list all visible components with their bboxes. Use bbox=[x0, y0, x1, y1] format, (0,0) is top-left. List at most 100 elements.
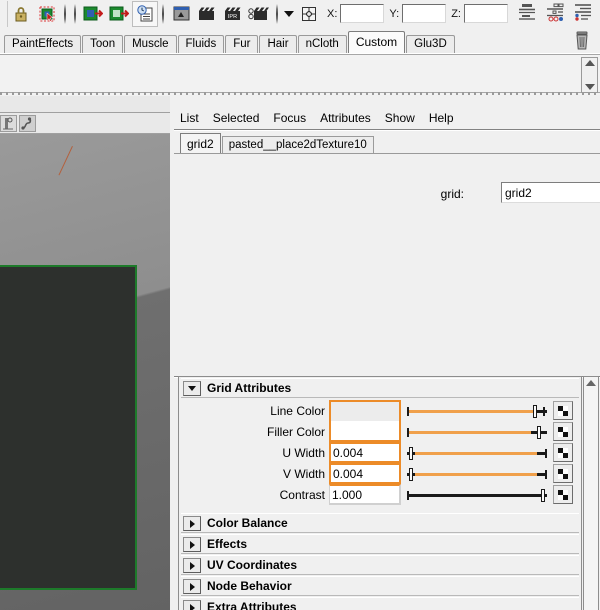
shelf-tab-fluids[interactable]: Fluids bbox=[177, 35, 225, 53]
select-object-icon[interactable] bbox=[34, 1, 60, 27]
u-width-map-button[interactable] bbox=[553, 443, 573, 462]
section-header-grid-attributes[interactable]: Grid Attributes bbox=[181, 378, 579, 398]
expand-toggle-icon[interactable] bbox=[183, 537, 201, 552]
shelf-tab-custom[interactable]: Custom bbox=[347, 31, 406, 53]
y-field[interactable] bbox=[402, 4, 447, 23]
two-pane-layout-icon[interactable] bbox=[544, 2, 566, 25]
u-width-slider[interactable] bbox=[407, 447, 547, 460]
lock-icon[interactable] bbox=[8, 1, 34, 27]
shelf-tab-muscle[interactable]: Muscle bbox=[124, 35, 177, 53]
viewport-camera-icon[interactable] bbox=[0, 115, 17, 132]
u-width-input[interactable] bbox=[329, 442, 401, 463]
shelf-tab-hair[interactable]: Hair bbox=[259, 35, 297, 53]
node-name-row: grid: Focus Presets Show bbox=[174, 178, 600, 214]
section-header-effects[interactable]: Effects bbox=[181, 534, 579, 554]
attr-label: Filler Color bbox=[266, 425, 325, 439]
chevron-down-icon[interactable] bbox=[282, 1, 296, 27]
checker-icon bbox=[558, 469, 569, 479]
status-line-toolbar: IPR X: Y: Z: bbox=[0, 0, 600, 28]
line-color-slider[interactable] bbox=[407, 405, 547, 418]
v-width-map-button[interactable] bbox=[553, 464, 573, 483]
line-color-swatch[interactable] bbox=[329, 400, 401, 421]
panel-resize-handle[interactable] bbox=[0, 92, 600, 95]
attr-row-line-color: Line Color bbox=[179, 400, 581, 421]
render-settings-icon[interactable] bbox=[246, 1, 272, 27]
v-width-slider[interactable] bbox=[407, 468, 547, 481]
ipr-render-icon[interactable]: IPR bbox=[220, 1, 246, 27]
history-node-icon[interactable] bbox=[132, 0, 158, 27]
menu-focus[interactable]: Focus bbox=[273, 111, 306, 125]
section-header-extra-attributes[interactable]: Extra Attributes bbox=[181, 597, 579, 610]
shelf-item-strip bbox=[0, 54, 600, 93]
pivot-target-icon[interactable] bbox=[296, 1, 322, 27]
scroll-up-icon[interactable] bbox=[584, 60, 595, 66]
node-name-input[interactable] bbox=[501, 182, 600, 203]
expand-toggle-icon[interactable] bbox=[183, 579, 201, 594]
section-title: Extra Attributes bbox=[207, 600, 297, 610]
attribute-editor-menubar: List Selected Focus Attributes Show Help bbox=[174, 108, 600, 128]
selected-plane-object[interactable] bbox=[0, 265, 137, 590]
shelf-tab-painteffects[interactable]: PaintEffects bbox=[4, 35, 82, 53]
v-width-input[interactable] bbox=[329, 463, 401, 484]
viewport-canvas[interactable] bbox=[0, 134, 170, 610]
viewport-bookmark-icon[interactable] bbox=[19, 115, 36, 132]
attr-label: Contrast bbox=[279, 488, 325, 502]
input-connection-icon[interactable] bbox=[80, 1, 106, 27]
x-field[interactable] bbox=[340, 4, 385, 23]
render-sequence-icon[interactable] bbox=[194, 1, 220, 27]
section-header-uv-coordinates[interactable]: UV Coordinates bbox=[181, 555, 579, 575]
outliner-layout-icon[interactable] bbox=[572, 2, 594, 25]
menu-attributes[interactable]: Attributes bbox=[320, 111, 371, 125]
expand-toggle-icon[interactable] bbox=[183, 558, 201, 573]
shelf-item-area bbox=[0, 53, 600, 95]
section-header-node-behavior[interactable]: Node Behavior bbox=[181, 576, 579, 596]
svg-text:IPR: IPR bbox=[228, 14, 237, 20]
scroll-up-icon[interactable] bbox=[586, 380, 596, 386]
scroll-down-icon[interactable] bbox=[584, 84, 595, 90]
filler-color-swatch[interactable] bbox=[329, 421, 401, 442]
attribute-panel-scrollbar[interactable] bbox=[583, 376, 599, 610]
output-connection-icon[interactable] bbox=[106, 1, 132, 27]
attr-row-v-width: V Width bbox=[179, 463, 581, 484]
attr-row-u-width: U Width bbox=[179, 442, 581, 463]
attribute-editor-panel: List Selected Focus Attributes Show Help… bbox=[174, 96, 600, 610]
trash-icon[interactable] bbox=[572, 30, 592, 51]
toolbar-separator bbox=[158, 1, 168, 27]
line-color-map-button[interactable] bbox=[553, 401, 573, 420]
section-header-color-balance[interactable]: Color Balance bbox=[181, 513, 579, 533]
contrast-map-button[interactable] bbox=[553, 485, 573, 504]
menu-help[interactable]: Help bbox=[429, 111, 454, 125]
filler-color-map-button[interactable] bbox=[553, 422, 573, 441]
contrast-slider[interactable] bbox=[407, 489, 547, 502]
shelf-tab-ncloth[interactable]: nCloth bbox=[297, 35, 347, 53]
contrast-input[interactable] bbox=[329, 484, 401, 505]
attr-label: Line Color bbox=[270, 404, 325, 418]
shelf-scroll-buttons[interactable] bbox=[581, 57, 598, 93]
menu-list[interactable]: List bbox=[180, 111, 199, 125]
node-tab-place2dtexture[interactable]: pasted__place2dTexture10 bbox=[221, 136, 374, 154]
shelf-tab-toon[interactable]: Toon bbox=[82, 35, 124, 53]
attr-row-contrast: Contrast bbox=[179, 484, 581, 505]
z-field[interactable] bbox=[463, 4, 508, 23]
filler-color-slider[interactable] bbox=[407, 426, 547, 439]
menu-selected[interactable]: Selected bbox=[213, 111, 260, 125]
single-pane-layout-icon[interactable] bbox=[516, 2, 538, 25]
expand-toggle-icon[interactable] bbox=[183, 516, 201, 531]
shelf-tab-bar: PaintEffects Toon Muscle Fluids Fur Hair… bbox=[0, 28, 600, 53]
shelf-tab-fur[interactable]: Fur bbox=[225, 35, 259, 53]
shelf-tab-glu3d[interactable]: Glu3D bbox=[406, 35, 455, 53]
toolbar-separator bbox=[60, 1, 70, 27]
viewport-toolbar bbox=[0, 112, 174, 134]
menu-show[interactable]: Show bbox=[385, 111, 415, 125]
collapse-toggle-icon[interactable] bbox=[183, 381, 201, 396]
menubar-divider bbox=[174, 129, 600, 131]
maya-attribute-editor-window: IPR X: Y: Z: PaintEffects Toon Muscle Fl… bbox=[0, 0, 600, 610]
node-tab-grid2[interactable]: grid2 bbox=[180, 133, 221, 154]
viewport-panel bbox=[0, 96, 174, 610]
render-view-icon[interactable] bbox=[168, 1, 194, 27]
attr-label: U Width bbox=[282, 446, 325, 460]
y-label: Y: bbox=[389, 7, 400, 20]
section-title: Color Balance bbox=[207, 516, 288, 530]
section-title: Effects bbox=[207, 537, 248, 551]
expand-toggle-icon[interactable] bbox=[183, 600, 201, 610]
